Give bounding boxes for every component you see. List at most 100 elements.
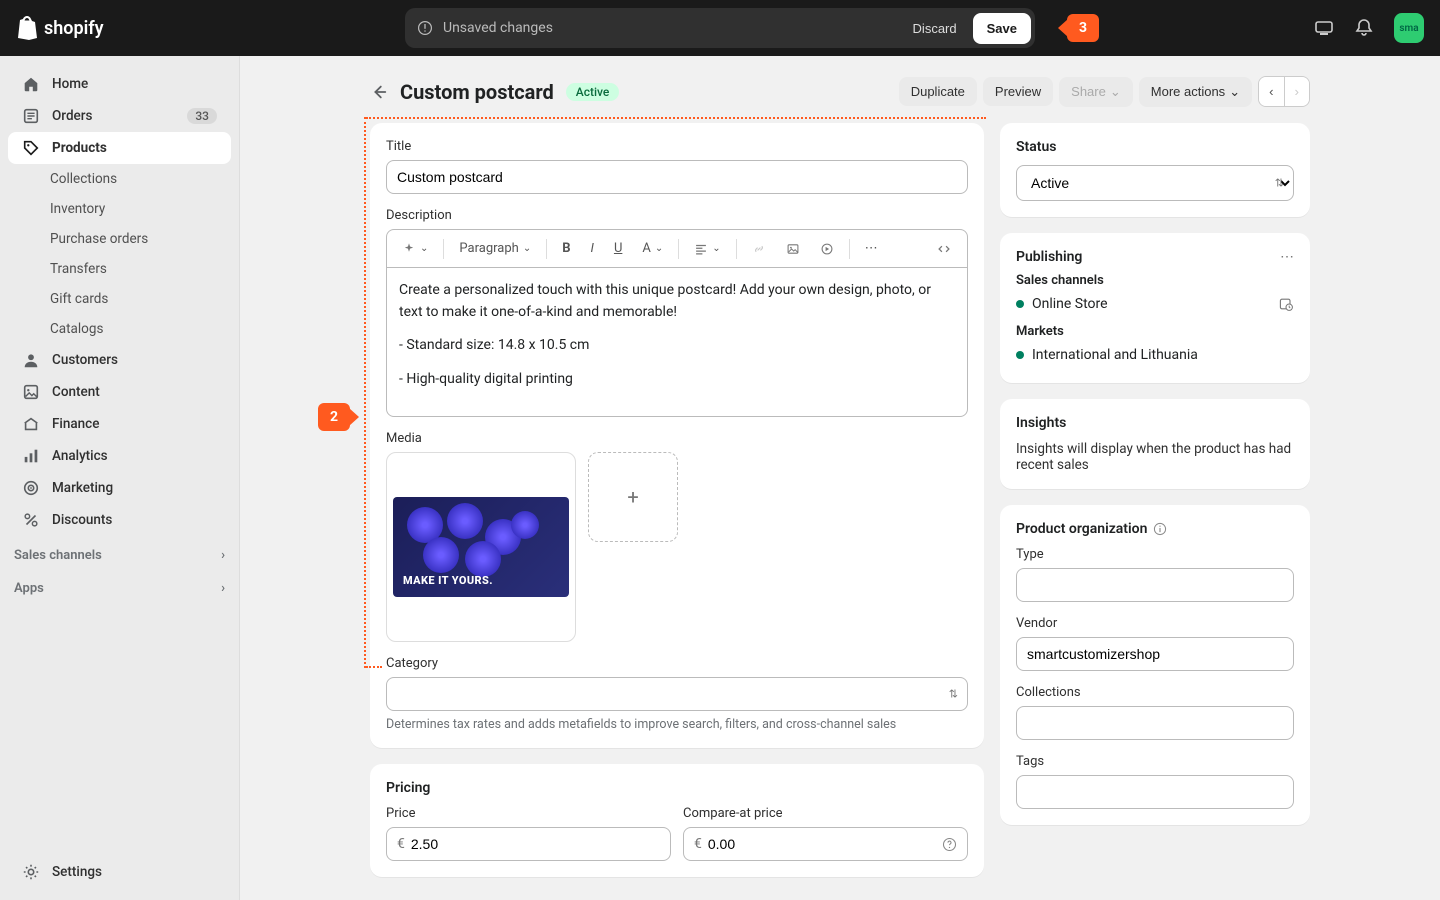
link-button[interactable] [745,237,773,261]
save-button[interactable]: Save [973,13,1031,44]
video-button[interactable] [813,237,841,261]
link-icon [752,242,766,256]
discard-button[interactable]: Discard [903,13,967,44]
arrow-left-icon [370,83,388,101]
status-card: Status Active ⇅ [1000,123,1310,217]
alert-icon [417,20,433,36]
nav-label: Customers [52,352,118,368]
content-icon [22,383,40,401]
nav-label: Settings [52,864,102,880]
nav-purchase-orders[interactable]: Purchase orders [8,224,231,254]
nav-label: Orders [52,108,93,124]
nav-home[interactable]: Home [8,68,231,100]
nav-collections[interactable]: Collections [8,164,231,194]
prod-org-heading: Product organization [1016,521,1147,537]
notifications-icon[interactable] [1354,18,1374,38]
nav-orders[interactable]: Orders 33 [8,100,231,132]
market-row: International and Lithuania [1016,343,1294,367]
compare-label: Compare-at price [683,806,968,821]
compare-input[interactable] [708,828,942,860]
media-preview-image: MAKE IT YOURS. [393,497,569,597]
nav-transfers[interactable]: Transfers [8,254,231,284]
price-input-wrap: € [386,827,671,861]
next-product-button[interactable]: › [1285,77,1309,106]
product-organization-card: Product organization Type Vendor [1000,505,1310,825]
user-avatar[interactable]: sma [1394,13,1424,43]
info-icon[interactable] [1153,522,1167,536]
nav-catalogs[interactable]: Catalogs [8,314,231,344]
status-badge: Active [566,83,620,101]
preview-button[interactable]: Preview [983,77,1053,106]
html-view-button[interactable] [929,237,959,261]
nav-settings[interactable]: Settings [8,856,231,888]
annotation-outline [364,117,366,668]
vendor-input[interactable] [1016,637,1294,671]
compare-help-icon[interactable] [942,837,957,852]
tags-input[interactable] [1016,775,1294,809]
home-icon [22,75,40,93]
desc-paragraph: Create a personalized touch with this un… [399,280,955,323]
nav-analytics[interactable]: Analytics [8,440,231,472]
paragraph-style-button[interactable]: Paragraph ⌄ [452,236,538,261]
align-button[interactable]: ⌄ [687,237,727,261]
publishing-card: Publishing ⋯ Sales channels Online Store… [1000,233,1310,383]
pricing-heading: Pricing [386,780,968,796]
sidebar-nav: Home Orders 33 Products Collections Inve… [0,56,240,900]
italic-button[interactable]: I [584,236,601,261]
page-header: Custom postcard Active Duplicate Preview… [370,76,1310,107]
ai-suggest-button[interactable]: ⌄ [395,237,435,261]
image-icon [786,242,800,256]
nav-apps[interactable]: Apps › [0,569,239,602]
more-label: More actions [1151,84,1225,99]
back-button[interactable] [370,83,388,101]
schedule-icon[interactable] [1278,296,1294,312]
publishing-menu-button[interactable]: ⋯ [1280,249,1294,265]
text-color-button[interactable]: A⌄ [635,236,670,261]
title-label: Title [386,139,968,154]
image-button[interactable] [779,237,807,261]
nav-content[interactable]: Content [8,376,231,408]
nav-inventory[interactable]: Inventory [8,194,231,224]
add-media-button[interactable]: + [588,452,678,542]
video-icon [820,242,834,256]
prev-product-button[interactable]: ‹ [1259,77,1284,106]
status-select[interactable]: Active [1016,165,1294,201]
price-label: Price [386,806,671,821]
nav-gift-cards[interactable]: Gift cards [8,284,231,314]
price-input[interactable] [411,828,660,860]
underline-button[interactable]: U [607,236,629,261]
nav-discounts[interactable]: Discounts [8,504,231,536]
more-actions-button[interactable]: More actions ⌄ [1139,77,1252,107]
title-input[interactable] [386,160,968,194]
sales-channels-subheading: Sales channels [1016,273,1294,288]
collections-input[interactable] [1016,706,1294,740]
media-label: Media [386,431,968,446]
nav-section-label: Sales channels [14,548,102,563]
pos-icon[interactable] [1314,18,1334,38]
nav-marketing[interactable]: Marketing [8,472,231,504]
status-heading: Status [1016,139,1294,155]
product-pager: ‹ › [1258,76,1310,107]
nav-label: Discounts [52,512,112,528]
duplicate-button[interactable]: Duplicate [899,77,977,106]
analytics-icon [22,447,40,465]
media-thumbnail[interactable]: MAKE IT YOURS. [386,452,576,642]
nav-products[interactable]: Products [8,132,231,164]
nav-finance[interactable]: Finance [8,408,231,440]
description-editor[interactable]: Create a personalized touch with this un… [386,267,968,417]
nav-sales-channels[interactable]: Sales channels › [0,536,239,569]
nav-customers[interactable]: Customers [8,344,231,376]
share-button[interactable]: Share ⌄ [1059,77,1133,107]
chevron-down-icon: ⌄ [1229,84,1240,100]
nav-label: Inventory [50,201,105,217]
chevron-down-icon: ⌄ [523,243,531,254]
nav-label: Catalogs [50,321,103,337]
page-title: Custom postcard [400,80,554,104]
type-input[interactable] [1016,568,1294,602]
bold-button[interactable]: B [555,236,577,261]
more-format-button[interactable]: ⋯ [858,236,885,261]
finance-icon [22,415,40,433]
dots-icon: ⋯ [865,241,878,256]
category-select[interactable] [386,677,968,711]
brand-logo[interactable]: shopify [16,16,104,40]
